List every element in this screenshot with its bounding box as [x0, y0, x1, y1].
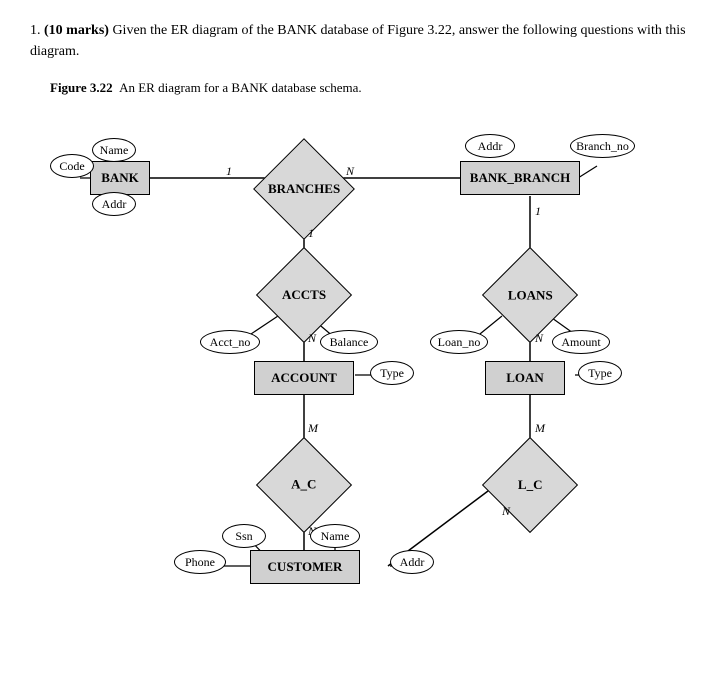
addr-customer-attribute: Addr — [390, 550, 434, 574]
cardinality-branches-accts-1: 1 — [308, 226, 314, 241]
code-attribute: Code — [50, 154, 94, 178]
addr-bank-attribute: Addr — [92, 192, 136, 216]
type-account-attribute: Type — [370, 361, 414, 385]
phone-attribute: Phone — [174, 550, 226, 574]
cardinality-lc-customer-N: N — [502, 504, 510, 519]
loans-relationship: LOANS — [482, 247, 578, 343]
loan-no-attribute: Loan_no — [430, 330, 488, 354]
cardinality-accts-account-N: N — [308, 331, 316, 346]
question-body: Given the ER diagram of the BANK databas… — [30, 23, 686, 59]
question-marks: (10 marks) — [44, 23, 109, 38]
accts-relationship: ACCTS — [256, 247, 352, 343]
name-customer-attribute: Name — [310, 524, 360, 548]
er-diagram: BANK Code Name Addr BRANCHES 1 N BANK_BR… — [30, 106, 710, 626]
question-text: 1. (10 marks) Given the ER diagram of th… — [30, 20, 698, 62]
balance-attribute: Balance — [320, 330, 378, 354]
addr-branch-attribute: Addr — [465, 134, 515, 158]
cardinality-loan-lc-M: M — [535, 421, 545, 436]
cardinality-bank-branches-1: 1 — [226, 164, 232, 179]
branch-no-attribute: Branch_no — [570, 134, 635, 158]
lc-relationship: L_C — [482, 437, 578, 533]
type-loan-attribute: Type — [578, 361, 622, 385]
customer-entity: CUSTOMER — [250, 550, 360, 584]
bank-branch-entity: BANK_BRANCH — [460, 161, 580, 195]
branches-relationship: BRANCHES — [253, 138, 355, 240]
question-number: 1. — [30, 23, 41, 38]
acct-no-attribute: Acct_no — [200, 330, 260, 354]
account-entity: ACCOUNT — [254, 361, 354, 395]
cardinality-branches-bankbranch-N: N — [346, 164, 354, 179]
bank-entity: BANK — [90, 161, 150, 195]
cardinality-account-ac-M: M — [308, 421, 318, 436]
cardinality-loans-loan-N: N — [535, 331, 543, 346]
cardinality-bankbranch-loans-1: 1 — [535, 204, 541, 219]
ssn-attribute: Ssn — [222, 524, 266, 548]
amount-attribute: Amount — [552, 330, 610, 354]
loan-entity: LOAN — [485, 361, 565, 395]
ac-relationship: A_C — [256, 437, 352, 533]
name-bank-attribute: Name — [92, 138, 136, 162]
figure-caption: Figure 3.22 An ER diagram for a BANK dat… — [50, 80, 698, 96]
